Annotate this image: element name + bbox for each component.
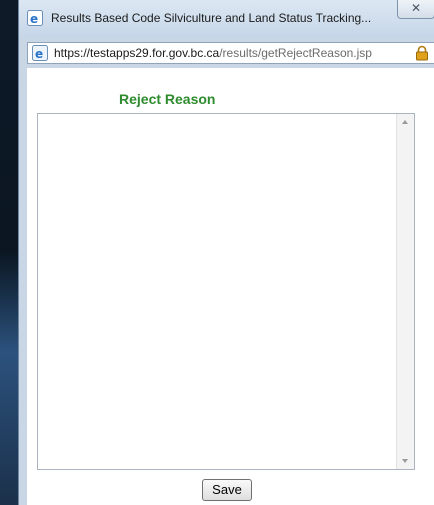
svg-text:e: e: [35, 47, 43, 61]
url-text: https://testapps29.for.gov.bc.ca/results…: [54, 46, 372, 60]
reject-reason-heading: Reject Reason: [119, 91, 216, 107]
url-host: https://testapps29.for.gov.bc.ca: [54, 46, 220, 60]
save-button[interactable]: Save: [202, 479, 252, 501]
window-title: Results Based Code Silviculture and Land…: [51, 11, 372, 25]
textarea-scrollbar[interactable]: [396, 114, 414, 469]
page-content: Reject Reason Save: [27, 68, 434, 505]
popup-window: e Results Based Code Silviculture and La…: [18, 0, 434, 505]
svg-text:e: e: [30, 12, 38, 26]
url-path: /results/getRejectReason.jsp: [219, 46, 372, 60]
lock-icon[interactable]: [414, 45, 430, 61]
ie-icon: e: [27, 10, 43, 26]
scroll-down-icon[interactable]: [402, 459, 408, 463]
close-icon: ✕: [410, 1, 422, 15]
window-titlebar[interactable]: e Results Based Code Silviculture and La…: [19, 0, 434, 37]
scroll-up-icon[interactable]: [402, 120, 408, 124]
close-button[interactable]: ✕: [397, 0, 434, 19]
address-bar[interactable]: e https://testapps29.for.gov.bc.ca/resul…: [27, 42, 434, 64]
reject-reason-textarea[interactable]: [37, 113, 415, 470]
ie-page-icon: e: [32, 45, 48, 61]
